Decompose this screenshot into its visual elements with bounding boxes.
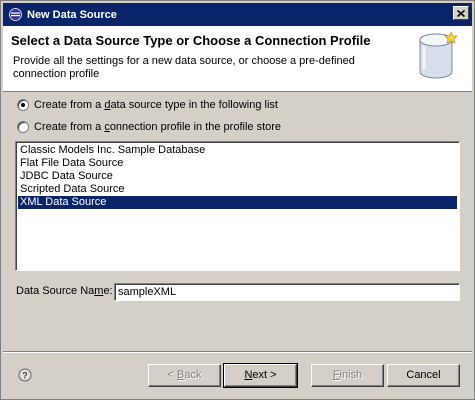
radio-from-profile[interactable] — [17, 121, 29, 133]
list-item-selected[interactable]: XML Data Source — [18, 196, 457, 209]
eclipse-app-icon — [8, 8, 22, 22]
data-source-name-input[interactable] — [114, 283, 460, 301]
radio-selected-dot — [21, 103, 25, 107]
page-description: Provide all the settings for a new data … — [13, 55, 355, 80]
help-icon[interactable]: ? — [18, 368, 32, 382]
window-title: New Data Source — [27, 8, 117, 21]
title-bar[interactable]: New Data Source — [3, 3, 472, 26]
database-wizard-icon — [419, 31, 458, 79]
close-icon — [457, 9, 465, 17]
list-item[interactable]: Classic Models Inc. Sample Database — [18, 144, 457, 157]
svg-text:?: ? — [22, 371, 28, 381]
page-title: Select a Data Source Type or Choose a Co… — [11, 33, 371, 48]
cancel-button[interactable]: Cancel — [387, 364, 460, 387]
wizard-header: Select a Data Source Type or Choose a Co… — [3, 26, 472, 92]
data-source-type-list[interactable]: Classic Models Inc. Sample Database Flat… — [15, 141, 460, 271]
radio-from-type[interactable] — [17, 99, 29, 111]
option-from-profile[interactable]: Create from a connection profile in the … — [17, 119, 281, 135]
back-button[interactable]: < Back — [148, 364, 221, 387]
option-from-type-label: Create from a data source type in the fo… — [34, 99, 278, 111]
new-data-source-dialog: New Data Source Select a Data Source Typ… — [0, 0, 475, 400]
data-source-name-label: Data Source Name: — [16, 285, 113, 297]
close-button[interactable] — [453, 6, 469, 20]
list-item[interactable]: Scripted Data Source — [18, 183, 457, 196]
list-item[interactable]: JDBC Data Source — [18, 170, 457, 183]
option-from-type[interactable]: Create from a data source type in the fo… — [17, 97, 278, 113]
finish-button[interactable]: Finish — [311, 364, 384, 387]
list-item[interactable]: Flat File Data Source — [18, 157, 457, 170]
option-from-profile-label: Create from a connection profile in the … — [34, 121, 282, 133]
button-separator — [3, 351, 472, 353]
next-button[interactable]: Next > — [223, 363, 298, 388]
